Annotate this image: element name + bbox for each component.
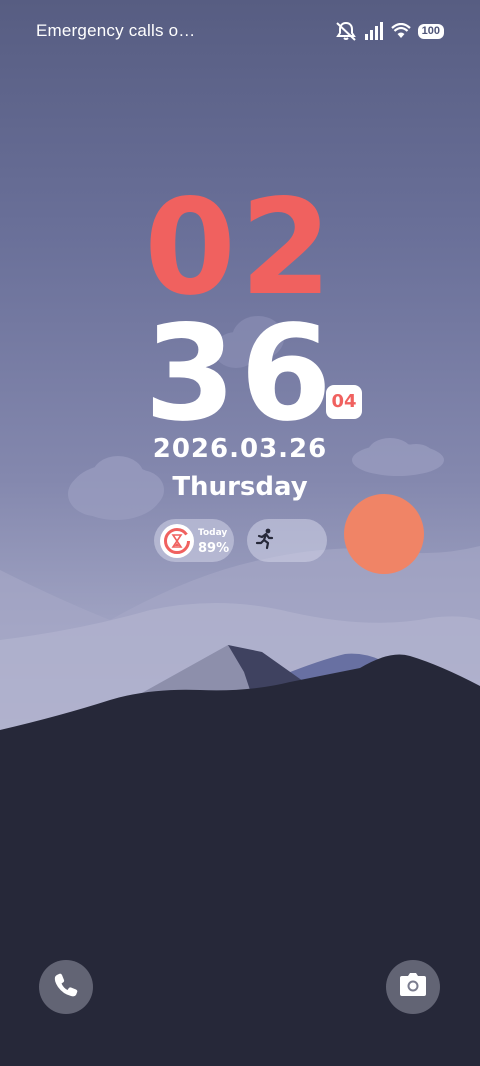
screen-time-widget[interactable]: Today 89% [154, 519, 234, 562]
clock-weekday: Thursday [172, 472, 308, 502]
hourglass-icon [160, 523, 194, 558]
carrier-status-text: Emergency calls o… [36, 21, 196, 40]
steps-widget[interactable] [247, 519, 327, 562]
signal-icon [364, 22, 384, 40]
screen-time-texts: Today 89% [198, 526, 229, 556]
screen-time-value: 89% [198, 540, 230, 556]
phone-icon [53, 972, 79, 1002]
clock-minute: 36 [144, 297, 336, 451]
phone-shortcut-button[interactable] [39, 960, 93, 1014]
camera-shortcut-button[interactable] [386, 960, 440, 1014]
clock-seconds-badge: 04 [326, 385, 362, 419]
camera-icon [399, 972, 427, 1002]
status-bar: Emergency calls o… 100 [0, 0, 480, 62]
wifi-icon [390, 23, 411, 39]
sun-circle [344, 494, 424, 574]
screen-time-label: Today [198, 527, 228, 538]
running-person-icon [255, 528, 275, 554]
battery-indicator: 100 [417, 23, 444, 39]
status-icons: 100 [335, 21, 444, 41]
silent-bell-icon [335, 21, 357, 41]
clock-date: 2026.03.26 [152, 434, 328, 464]
